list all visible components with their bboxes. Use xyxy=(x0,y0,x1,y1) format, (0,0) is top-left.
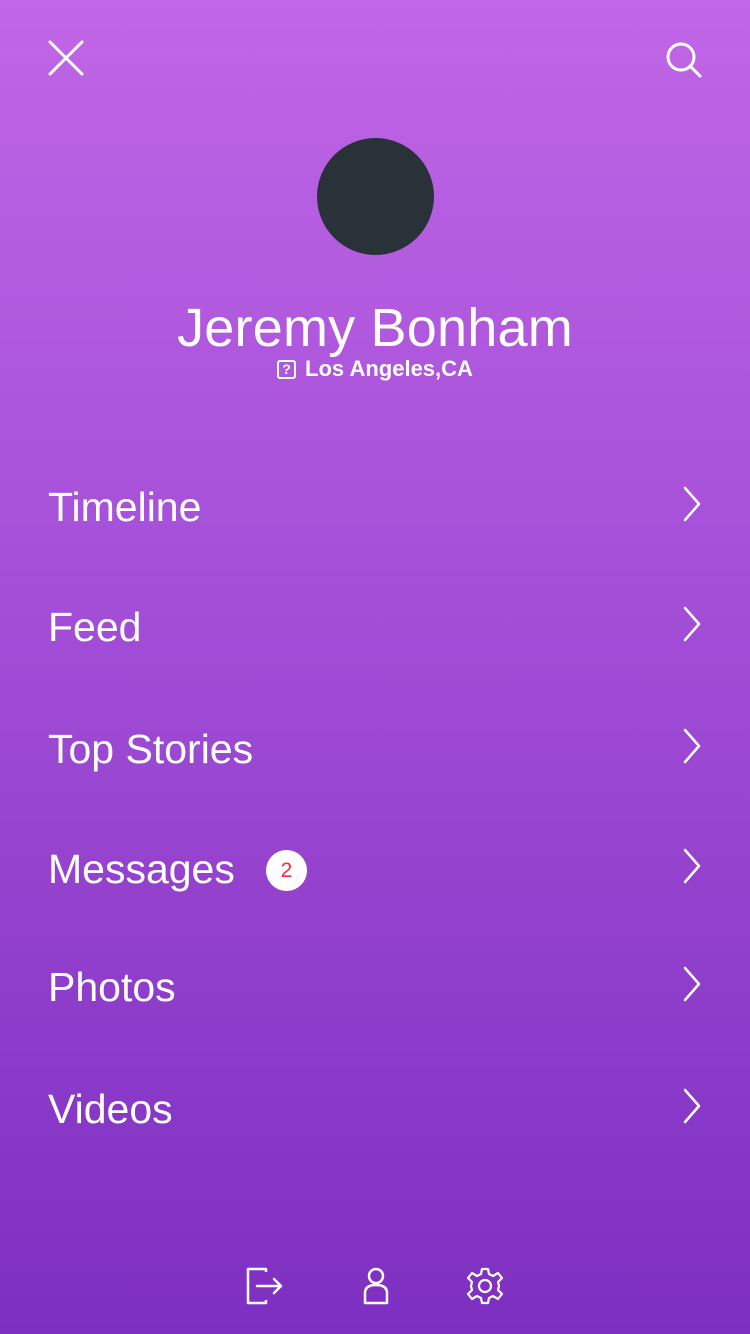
chevron-right-icon xyxy=(683,966,701,1002)
user-location: ? Los Angeles,CA xyxy=(0,354,750,384)
search-icon xyxy=(662,38,706,82)
menu-item-messages[interactable]: Messages 2 xyxy=(0,822,750,922)
close-button[interactable] xyxy=(46,38,86,78)
user-name: Jeremy Bonham xyxy=(177,298,573,358)
avatar[interactable] xyxy=(317,138,434,255)
logout-icon xyxy=(242,1262,288,1310)
settings-button[interactable] xyxy=(462,1262,508,1310)
chevron-right-icon xyxy=(683,606,701,642)
menu-item-label: Videos xyxy=(48,1086,173,1132)
location-text: Los Angeles,CA xyxy=(305,356,473,381)
menu-item-label: Photos xyxy=(48,964,176,1010)
menu-item-timeline[interactable]: Timeline xyxy=(0,460,750,560)
chevron-right-icon xyxy=(683,486,701,522)
close-icon xyxy=(46,38,86,78)
profile-button[interactable] xyxy=(356,1262,396,1310)
menu-item-label: Timeline xyxy=(48,484,202,530)
menu-item-label: Messages xyxy=(48,846,235,892)
menu-item-photos[interactable]: Photos xyxy=(0,940,750,1040)
bottom-toolbar xyxy=(0,1262,750,1314)
menu-item-feed[interactable]: Feed xyxy=(0,580,750,680)
profile-icon xyxy=(356,1262,396,1310)
unread-count-badge: 2 xyxy=(266,850,307,891)
menu-item-videos[interactable]: Videos xyxy=(0,1062,750,1162)
menu-item-label: Top Stories xyxy=(48,726,254,772)
gear-icon xyxy=(462,1262,508,1310)
search-button[interactable] xyxy=(662,38,706,82)
menu-item-top-stories[interactable]: Top Stories xyxy=(0,702,750,802)
logout-button[interactable] xyxy=(242,1262,288,1310)
chevron-right-icon xyxy=(683,728,701,764)
chevron-right-icon xyxy=(683,1088,701,1124)
menu-item-label: Feed xyxy=(48,604,142,650)
chevron-right-icon xyxy=(683,848,701,884)
location-icon: ? xyxy=(277,359,297,379)
